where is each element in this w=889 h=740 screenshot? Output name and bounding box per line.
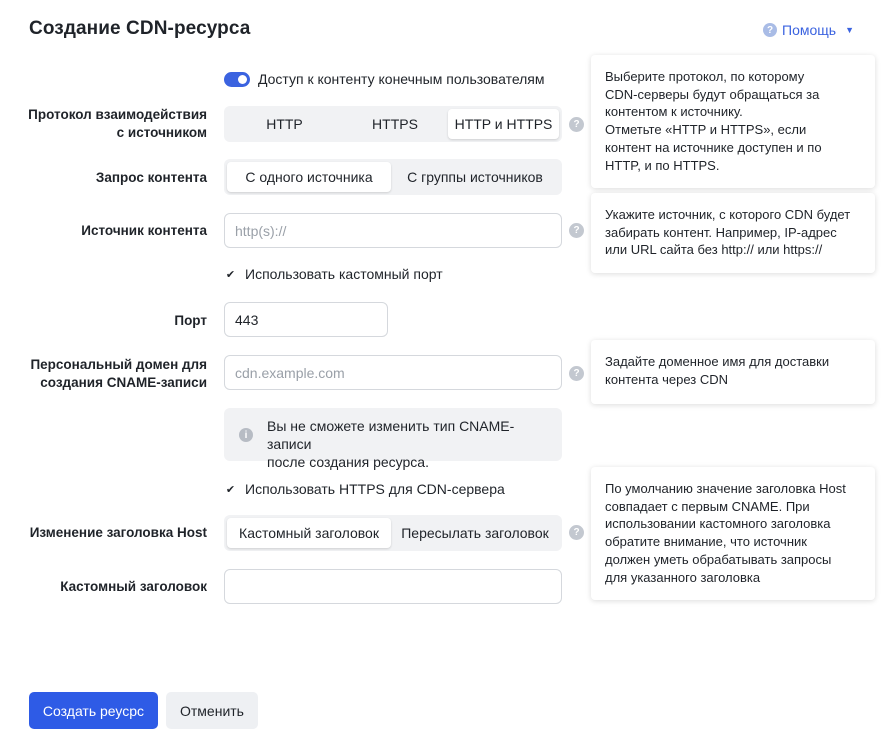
host-tip-line: совпадает с первым CNAME. При	[605, 498, 810, 514]
protocol-help-icon[interactable]: ?	[569, 117, 584, 132]
content-request-option-single[interactable]: С одного источника	[227, 162, 391, 192]
source-tip-line: забирать контент. Например, IP-адрес	[605, 224, 837, 240]
protocol-segmented-control: HTTP HTTPS HTTP и HTTPS	[224, 106, 562, 142]
cancel-button[interactable]: Отменить	[166, 692, 258, 729]
host-tip-line: для указанного заголовка	[605, 569, 761, 585]
protocol-option-http[interactable]: HTTP	[227, 109, 342, 139]
protocol-option-https[interactable]: HTTPS	[342, 109, 448, 139]
host-header-option-custom[interactable]: Кастомный заголовок	[227, 518, 391, 548]
info-icon: i	[239, 428, 253, 442]
source-tip-line: или URL сайта без http:// или https://	[605, 242, 823, 258]
protocol-tip-line: Выберите протокол, по которому	[605, 69, 805, 84]
host-tip-line: обратите внимание, что источник	[605, 534, 807, 550]
host-tip-line: использовании кастомного заголовка	[605, 516, 831, 532]
cname-note-line1: Вы не сможете изменить тип CNAME-записи	[267, 418, 515, 452]
page-title: Создание CDN-ресурса	[29, 18, 251, 39]
protocol-label-line1: Протокол взаимодействия	[28, 107, 207, 122]
access-toggle-label: Доступ к контенту конечным пользователям	[258, 71, 545, 87]
create-resource-button[interactable]: Создать реусрс	[29, 692, 158, 729]
host-help-icon[interactable]: ?	[569, 525, 584, 540]
question-icon: ?	[763, 23, 777, 37]
protocol-label: Протокол взаимодействия с источником	[28, 106, 207, 142]
personal-domain-input[interactable]: cdn.example.com	[224, 355, 562, 390]
content-request-segmented-control: С одного источника С группы источников	[224, 159, 562, 195]
port-input[interactable]: 443	[224, 302, 388, 337]
protocol-tip-line: контентом к источнику.	[605, 104, 743, 120]
host-tip-line: По умолчанию значение заголовка Host	[605, 481, 846, 496]
chevron-down-icon: ▼	[845, 25, 854, 35]
content-request-label: Запрос контента	[95, 170, 207, 185]
https-cdn-checkbox[interactable]: ✔	[224, 483, 237, 496]
custom-port-checkbox[interactable]: ✔	[224, 268, 237, 281]
host-tip-line: должен уметь обрабатывать запросы	[605, 551, 832, 567]
protocol-tip-line: HTTP, и по HTTPS.	[605, 157, 720, 173]
cname-info-note: i Вы не сможете изменить тип CNAME-запис…	[224, 408, 562, 470]
personal-domain-label-line1: Персональный домен для	[30, 357, 207, 372]
https-cdn-label: Использовать HTTPS для CDN-сервера	[245, 481, 505, 497]
cname-note-line2: после создания ресурса.	[267, 454, 429, 470]
source-tip: Укажите источник, с которого CDN будет з…	[591, 193, 875, 273]
host-header-segmented-control: Кастомный заголовок Пересылать заголовок	[224, 515, 562, 551]
content-request-option-group[interactable]: С группы источников	[391, 162, 559, 192]
source-help-icon[interactable]: ?	[569, 223, 584, 238]
port-label: Порт	[174, 313, 207, 328]
domain-tip-line: контента через CDN	[605, 371, 729, 387]
content-source-label: Источник контента	[81, 223, 207, 238]
custom-header-input[interactable]	[224, 569, 562, 604]
personal-domain-label: Персональный домен для создания CNAME-за…	[30, 356, 207, 392]
cname-note-text: Вы не сможете изменить тип CNAME-записи …	[267, 417, 557, 471]
custom-port-label: Использовать кастомный порт	[245, 266, 443, 282]
domain-tip-line: Задайте доменное имя для доставки	[605, 354, 830, 369]
content-source-input[interactable]: http(s)://	[224, 213, 562, 248]
help-menu[interactable]: ? Помощь ▼	[763, 22, 854, 38]
host-tip: По умолчанию значение заголовка Host сов…	[591, 467, 875, 600]
host-header-label: Изменение заголовка Host	[29, 525, 207, 540]
host-header-option-forward[interactable]: Пересылать заголовок	[391, 518, 559, 548]
personal-domain-label-line2: создания CNAME-записи	[40, 375, 207, 390]
access-toggle[interactable]	[224, 72, 250, 87]
protocol-label-line2: с источником	[116, 125, 207, 140]
protocol-tip-line: Отметьте «HTTP и HTTPS», если	[605, 122, 807, 138]
help-label: Помощь	[782, 22, 837, 38]
protocol-tip: Выберите протокол, по которому CDN-серве…	[591, 55, 875, 188]
protocol-tip-line: CDN-серверы будут обращаться за	[605, 86, 820, 102]
protocol-option-http-and-https[interactable]: HTTP и HTTPS	[448, 109, 559, 139]
custom-header-label: Кастомный заголовок	[60, 579, 207, 594]
domain-help-icon[interactable]: ?	[569, 366, 584, 381]
domain-tip: Задайте доменное имя для доставки контен…	[591, 340, 875, 404]
source-tip-line: Укажите источник, с которого CDN будет	[605, 207, 851, 222]
protocol-tip-line: контент на источнике доступен и по	[605, 139, 822, 155]
